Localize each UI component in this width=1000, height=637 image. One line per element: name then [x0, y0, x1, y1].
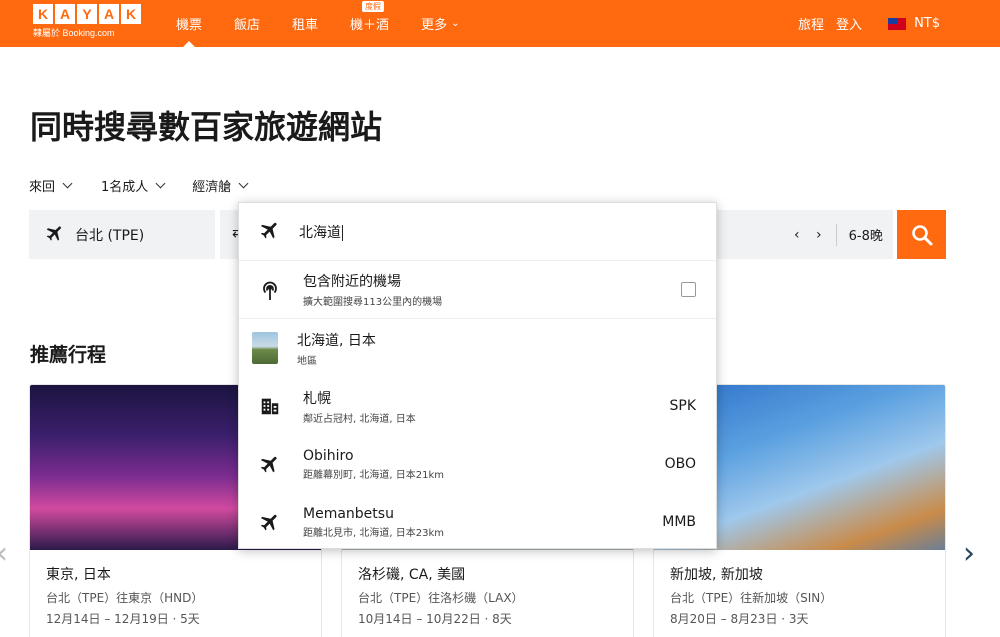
- result-name: Obihiro: [303, 447, 354, 464]
- login-link[interactable]: 登入: [836, 14, 862, 33]
- travelers-select[interactable]: 1名成人: [101, 176, 166, 195]
- result-desc: 距離幕別町, 北海道, 日本21km: [303, 469, 444, 481]
- main-nav: 機票 飯店 租車 度假 機＋酒 更多 ⌄: [176, 0, 491, 47]
- nav-label: 機＋酒: [350, 18, 390, 33]
- origin-value: 台北 (TPE): [75, 227, 145, 244]
- logo-letter: K: [33, 4, 53, 24]
- top-header: K A Y A K 隸屬於 Booking.com 機票 飯店 租車 度假 機＋…: [0, 0, 1000, 47]
- header-right: 旅程 登入 NT$: [798, 0, 940, 47]
- nav-flights[interactable]: 機票: [176, 0, 202, 47]
- cabin-select[interactable]: 經濟艙: [192, 176, 249, 195]
- nearby-checkbox[interactable]: [681, 282, 696, 297]
- search-options: 來回 1名成人 經濟艙: [29, 176, 249, 195]
- nav-more[interactable]: 更多 ⌄: [421, 0, 459, 47]
- logo-subtitle: 隸屬於 Booking.com: [33, 28, 115, 38]
- trips-link[interactable]: 旅程: [798, 14, 824, 33]
- chevron-down-icon: [62, 178, 73, 189]
- kayak-logo[interactable]: K A Y A K 隸屬於 Booking.com: [33, 4, 141, 39]
- airplane-icon: [259, 219, 281, 245]
- search-button[interactable]: [897, 210, 946, 259]
- result-code: MMB: [662, 514, 696, 530]
- divider: [835, 223, 837, 246]
- logo-letter: Y: [77, 4, 97, 24]
- trip-type-label: 來回: [29, 180, 56, 195]
- nav-hotels[interactable]: 飯店: [234, 0, 260, 47]
- result-code: SPK: [669, 398, 696, 414]
- card-route: 台北（TPE）往東京（HND）: [46, 591, 204, 605]
- dates-field[interactable]: ‹ › 6-8晚: [716, 210, 893, 259]
- chevron-down-icon: ⌄: [451, 18, 460, 29]
- text-caret: [342, 224, 343, 241]
- result-item[interactable]: 北海道, 日本 地區: [239, 319, 716, 377]
- card-title: 東京, 日本: [46, 567, 111, 583]
- result-item[interactable]: Obihiro 距離幕別町, 北海道, 日本21km OBO: [239, 435, 716, 493]
- date-nav-arrows[interactable]: ‹ ›: [794, 227, 828, 243]
- logo-letter: A: [99, 4, 119, 24]
- currency-selector[interactable]: NT$: [914, 16, 940, 31]
- page-title: 同時搜尋數百家旅遊網站: [30, 108, 383, 146]
- include-nearby-airports[interactable]: 包含附近的機場 擴大範圍搜尋113公里內的機場: [239, 261, 716, 319]
- result-name: Memanbetsu: [303, 505, 394, 522]
- card-route: 台北（TPE）往洛杉磯（LAX）: [358, 591, 524, 605]
- nav-label: 更多: [421, 18, 448, 33]
- card-dates: 10月14日 – 10月22日 · 8天: [358, 612, 512, 626]
- nav-label: 租車: [292, 18, 319, 33]
- result-name: 北海道, 日本: [297, 332, 376, 349]
- card-title: 新加坡, 新加坡: [670, 567, 763, 583]
- carousel-next-icon[interactable]: ›: [963, 536, 975, 571]
- region-thumbnail: [252, 332, 278, 364]
- result-code: OBO: [664, 456, 696, 472]
- card-title: 洛杉磯, CA, 美國: [358, 567, 466, 583]
- packages-badge: 度假: [362, 1, 385, 12]
- result-desc: 地區: [297, 355, 317, 367]
- kayak-page: K A Y A K 隸屬於 Booking.com 機票 飯店 租車 度假 機＋…: [0, 0, 1000, 637]
- nav-label: 機票: [176, 18, 203, 33]
- card-dates: 8月20日 – 8月23日 · 3天: [670, 612, 809, 626]
- trip-type-select[interactable]: 來回: [29, 176, 73, 195]
- chevron-down-icon: [155, 178, 166, 189]
- card-dates: 12月14日 – 12月19日 · 5天: [46, 612, 200, 626]
- destination-dropdown: 北海道 包含附近的機場 擴大範圍搜尋113公里內的機場 北海道, 日本 地區 札…: [238, 202, 717, 549]
- nearby-desc: 擴大範圍搜尋113公里內的機場: [303, 297, 443, 308]
- airplane-icon: [257, 453, 283, 475]
- origin-field[interactable]: 台北 (TPE): [29, 210, 215, 259]
- chevron-down-icon: [238, 178, 249, 189]
- destination-value: 北海道: [299, 224, 341, 241]
- airplane-icon: [257, 511, 283, 533]
- logo-letter: A: [55, 4, 75, 24]
- result-item[interactable]: Memanbetsu 距離北見市, 北海道, 日本23km MMB: [239, 493, 716, 551]
- search-icon: [911, 224, 932, 245]
- nearby-title: 包含附近的機場: [303, 274, 401, 290]
- radar-icon: [257, 278, 283, 302]
- travelers-label: 1名成人: [101, 180, 149, 195]
- destination-input[interactable]: 北海道: [239, 203, 716, 261]
- logo-letter: K: [121, 4, 141, 24]
- city-building-icon: [257, 395, 283, 417]
- card-route: 台北（TPE）往新加坡（SIN）: [670, 591, 833, 605]
- airplane-icon: [45, 223, 65, 247]
- result-desc: 鄰近占冠村, 北海道, 日本: [303, 413, 416, 425]
- result-name: 札幌: [303, 390, 331, 407]
- taiwan-flag-icon[interactable]: [888, 17, 907, 30]
- nav-cars[interactable]: 租車: [292, 0, 318, 47]
- cabin-label: 經濟艙: [192, 180, 232, 195]
- result-item[interactable]: 札幌 鄰近占冠村, 北海道, 日本 SPK: [239, 377, 716, 435]
- result-desc: 距離北見市, 北海道, 日本23km: [303, 527, 444, 539]
- recommended-title: 推薦行程: [30, 344, 107, 366]
- nav-packages[interactable]: 度假 機＋酒: [350, 0, 389, 47]
- carousel-prev-icon[interactable]: ‹: [0, 536, 8, 571]
- nights-value: 6-8晚: [848, 229, 883, 244]
- nav-label: 飯店: [234, 18, 261, 33]
